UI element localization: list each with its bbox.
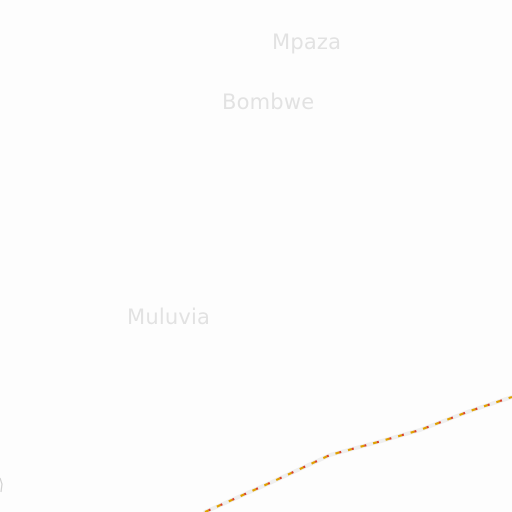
map-vector-layer xyxy=(0,395,512,512)
place-label-muluvia[interactable]: Muluvia xyxy=(127,305,210,329)
place-label-mpaza[interactable]: Mpaza xyxy=(272,30,341,54)
map-edge-feature xyxy=(0,477,3,493)
map-canvas[interactable]: Mpaza Bombwe Muluvia xyxy=(0,0,512,512)
boundary-line-casing xyxy=(203,395,512,512)
place-label-bombwe[interactable]: Bombwe xyxy=(222,90,314,114)
